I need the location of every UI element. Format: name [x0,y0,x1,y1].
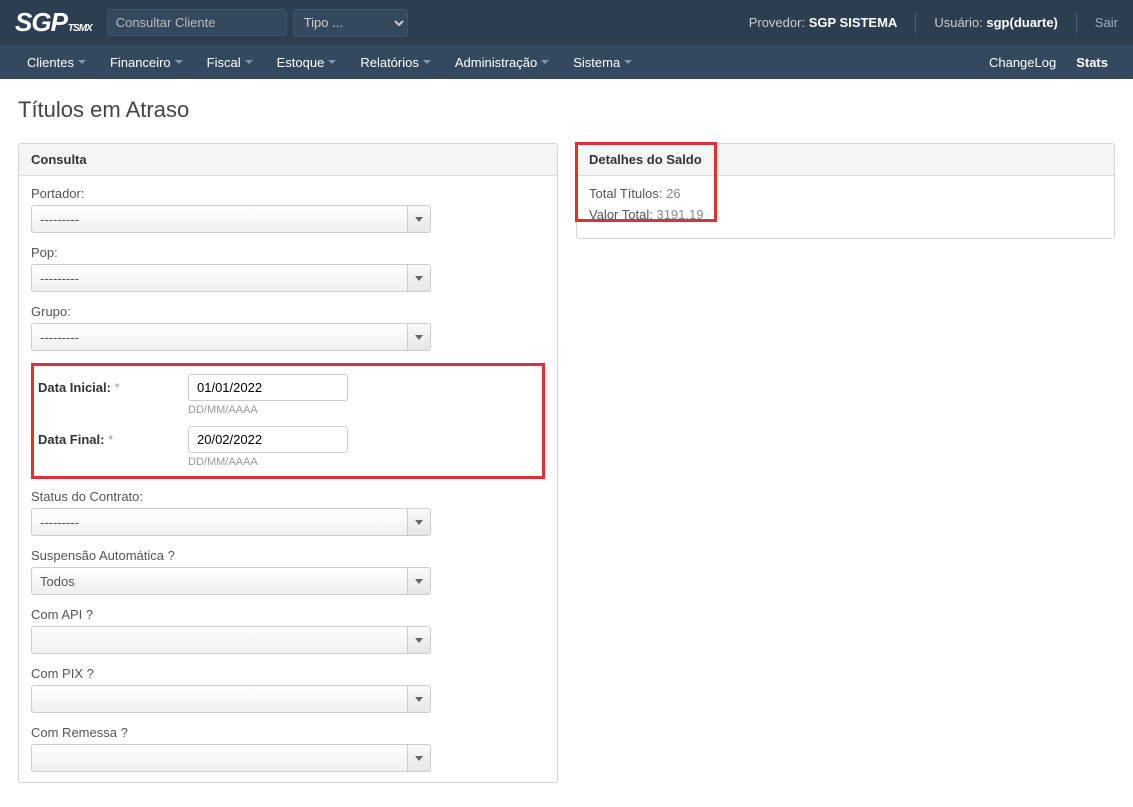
chevron-down-icon [78,60,86,64]
status-contrato-select[interactable]: --------- [31,508,431,536]
saldo-header: Detalhes do Saldo [577,144,1114,176]
data-inicial-label: Data Inicial: [38,380,111,395]
divider [915,13,916,33]
stats-link[interactable]: Stats [1066,55,1118,70]
suspensao-select[interactable]: Todos [31,567,431,595]
portador-label: Portador: [31,186,545,201]
com-remessa-select[interactable] [31,744,431,772]
date-range-highlight: Data Inicial: * DD/MM/AAAA Data Final: *… [31,363,545,479]
chevron-down-icon[interactable] [407,264,431,292]
valor-total-value: 3191,19 [656,207,703,222]
consulta-panel: Consulta Portador: --------- Pop: [18,143,558,783]
menu-clientes[interactable]: Clientes [15,45,98,79]
menu-sistema[interactable]: Sistema [561,45,644,79]
logo-sub: TSMX [68,23,92,34]
saldo-panel: Detalhes do Saldo Total Títulos: 26 Valo… [576,143,1115,239]
chevron-down-icon[interactable] [407,205,431,233]
status-contrato-label: Status do Contrato: [31,489,545,504]
chevron-down-icon [175,60,183,64]
total-titulos-value: 26 [666,186,680,201]
chevron-down-icon [624,60,632,64]
valor-total-row: Valor Total: 3191,19 [589,207,1102,222]
data-final-input[interactable] [188,426,348,453]
chevron-down-icon[interactable] [407,567,431,595]
data-inicial-help: DD/MM/AAAA [188,404,348,416]
data-inicial-input[interactable] [188,374,348,401]
menu-estoque[interactable]: Estoque [265,45,349,79]
pop-label: Pop: [31,245,545,260]
chevron-down-icon [328,60,336,64]
consulta-header: Consulta [19,144,557,176]
changelog-link[interactable]: ChangeLog [979,55,1066,70]
total-titulos-row: Total Títulos: 26 [589,186,1102,201]
chevron-down-icon [423,60,431,64]
menubar: Clientes Financeiro Fiscal Estoque Relat… [0,45,1133,79]
chevron-down-icon[interactable] [407,508,431,536]
divider [1076,13,1077,33]
topbar: SGP TSMX Tipo ... Provedor: SGP SISTEMA … [0,0,1133,45]
chevron-down-icon[interactable] [407,744,431,772]
data-final-help: DD/MM/AAAA [188,456,348,468]
com-pix-select[interactable] [31,685,431,713]
provedor-label: Provedor: SGP SISTEMA [749,15,898,30]
logo[interactable]: SGP TSMX [15,7,92,38]
page-title: Títulos em Atraso [18,97,1115,123]
logo-main: SGP [15,7,67,38]
tipo-select[interactable]: Tipo ... [293,9,408,37]
chevron-down-icon[interactable] [407,685,431,713]
com-api-label: Com API ? [31,607,545,622]
chevron-down-icon[interactable] [407,323,431,351]
menu-administracao[interactable]: Administração [443,45,561,79]
chevron-down-icon [245,60,253,64]
chevron-down-icon[interactable] [407,626,431,654]
pop-select[interactable]: --------- [31,264,431,292]
portador-select[interactable]: --------- [31,205,431,233]
search-input[interactable] [107,9,287,36]
grupo-label: Grupo: [31,304,545,319]
grupo-select[interactable]: --------- [31,323,431,351]
com-remessa-label: Com Remessa ? [31,725,545,740]
logout-link[interactable]: Sair [1095,15,1118,30]
data-final-label: Data Final: [38,432,104,447]
com-api-select[interactable] [31,626,431,654]
menu-financeiro[interactable]: Financeiro [98,45,195,79]
usuario-label: Usuário: sgp(duarte) [934,15,1058,30]
suspensao-label: Suspensão Automática ? [31,548,545,563]
menu-fiscal[interactable]: Fiscal [195,45,265,79]
chevron-down-icon [541,60,549,64]
menu-relatorios[interactable]: Relatórios [348,45,443,79]
